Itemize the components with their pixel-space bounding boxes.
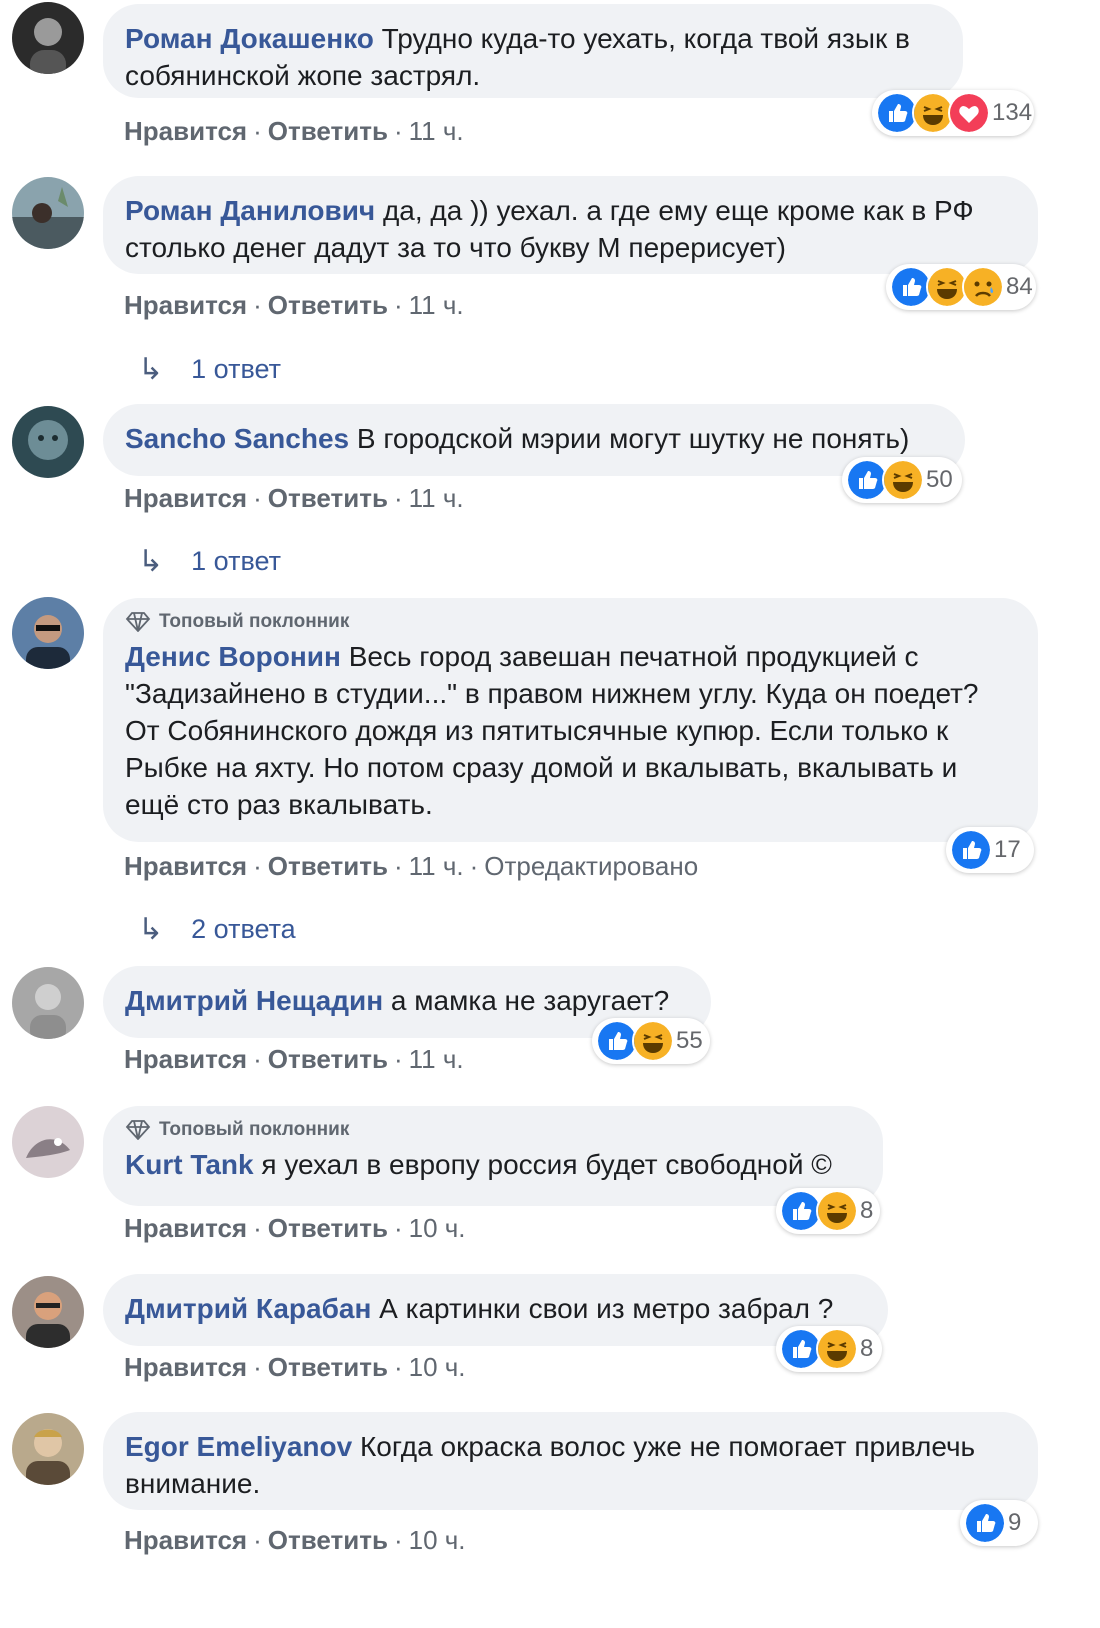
love-reaction-icon	[948, 92, 990, 134]
avatar[interactable]	[12, 2, 84, 74]
avatar[interactable]	[12, 406, 84, 478]
reactions-summary[interactable]: 17	[946, 827, 1034, 873]
comment-bubble: Топовый поклонник Kurt Tank я уехал в ев…	[103, 1106, 883, 1206]
like-link[interactable]: Нравится	[124, 1352, 247, 1382]
comment-author[interactable]: Kurt Tank	[125, 1149, 254, 1180]
comment-time[interactable]: 10 ч.	[409, 1525, 466, 1555]
reaction-count: 9	[1008, 1509, 1022, 1536]
reply-link[interactable]: Ответить	[268, 290, 388, 320]
avatar[interactable]	[12, 177, 84, 249]
reaction-count: 84	[1006, 273, 1033, 300]
like-link[interactable]: Нравится	[124, 1525, 247, 1555]
comment-author[interactable]: Sancho Sanches	[125, 423, 349, 454]
reaction-count: 134	[992, 99, 1033, 126]
haha-reaction-icon	[632, 1020, 674, 1062]
comment-time[interactable]: 11 ч.	[409, 1044, 464, 1074]
comment-actions: Нравится · Ответить · 11 ч. · Отредактировано	[124, 851, 699, 881]
reaction-count: 17	[994, 836, 1021, 863]
comment-text: а мамка не заругает?	[390, 985, 670, 1016]
reactions-summary[interactable]: 84	[886, 264, 1036, 310]
comment-time[interactable]: 10 ч.	[409, 1213, 466, 1243]
comment-bubble: Egor Emeliyanov Когда окраска волос уже …	[103, 1412, 1038, 1510]
comment-time[interactable]: 11 ч.	[409, 290, 464, 320]
top-fan-badge[interactable]: Топовый поклонник	[125, 1118, 859, 1142]
view-replies-link[interactable]: ↳ 1 ответ	[138, 544, 281, 579]
edited-label[interactable]: Отредактировано	[484, 851, 698, 881]
comment-bubble: Роман Докашенко Трудно куда-то уехать, к…	[103, 4, 963, 98]
comment-actions: Нравится · Ответить · 11 ч.	[124, 116, 464, 146]
like-link[interactable]: Нравится	[124, 851, 247, 881]
diamond-icon	[125, 612, 151, 632]
comment-text: А картинки свои из метро забрал ?	[379, 1293, 834, 1324]
view-replies-link[interactable]: ↳ 2 ответа	[138, 912, 296, 947]
reactions-summary[interactable]: 134	[872, 90, 1034, 136]
comment-actions: Нравится · Ответить · 10 ч.	[124, 1352, 466, 1382]
reaction-count: 55	[676, 1027, 703, 1054]
top-fan-label: Топовый поклонник	[159, 1119, 350, 1140]
comment-author[interactable]: Денис Воронин	[125, 641, 341, 672]
comment-actions: Нравится · Ответить · 11 ч.	[124, 1044, 464, 1074]
avatar[interactable]	[12, 967, 84, 1039]
replies-count: 2 ответа	[191, 914, 296, 944]
reply-link[interactable]: Ответить	[268, 1352, 388, 1382]
comment-author[interactable]: Роман Данилович	[125, 195, 375, 226]
reaction-count: 50	[926, 466, 953, 493]
reply-arrow-icon: ↳	[138, 913, 164, 946]
like-reaction-icon	[950, 829, 992, 871]
comment-author[interactable]: Роман Докашенко	[125, 23, 374, 54]
comment-actions: Нравится · Ответить · 11 ч.	[124, 290, 464, 320]
comment-time[interactable]: 11 ч.	[409, 116, 464, 146]
diamond-icon	[125, 1120, 151, 1140]
reply-link[interactable]: Ответить	[268, 851, 388, 881]
comment-author[interactable]: Дмитрий Карабан	[125, 1293, 371, 1324]
haha-reaction-icon	[882, 459, 924, 501]
reply-link[interactable]: Ответить	[268, 483, 388, 513]
avatar[interactable]	[12, 597, 84, 669]
comment-bubble: Sancho Sanches В городской мэрии могут ш…	[103, 404, 965, 476]
like-link[interactable]: Нравится	[124, 1213, 247, 1243]
avatar[interactable]	[12, 1276, 84, 1348]
comment-author[interactable]: Egor Emeliyanov	[125, 1431, 352, 1462]
reactions-summary[interactable]: 9	[960, 1500, 1038, 1546]
reactions-summary[interactable]: 50	[842, 457, 962, 503]
comment-bubble: Дмитрий Карабан А картинки свои из метро…	[103, 1274, 888, 1346]
avatar[interactable]	[12, 1106, 84, 1178]
comment-time[interactable]: 11 ч.	[409, 483, 464, 513]
haha-reaction-icon	[816, 1190, 858, 1232]
replies-count: 1 ответ	[191, 354, 281, 384]
comment-author[interactable]: Дмитрий Нещадин	[125, 985, 383, 1016]
reaction-count: 8	[860, 1197, 874, 1224]
comment-bubble: Топовый поклонник Денис Воронин Весь гор…	[103, 598, 1038, 842]
reactions-summary[interactable]: 55	[592, 1018, 710, 1064]
like-link[interactable]: Нравится	[124, 116, 247, 146]
sad-reaction-icon	[962, 266, 1004, 308]
comment-time[interactable]: 11 ч.	[409, 851, 464, 881]
comment-text: В городской мэрии могут шутку не понять)	[356, 423, 910, 454]
top-fan-label: Топовый поклонник	[159, 611, 350, 632]
reply-link[interactable]: Ответить	[268, 116, 388, 146]
like-link[interactable]: Нравится	[124, 290, 247, 320]
reply-link[interactable]: Ответить	[268, 1525, 388, 1555]
reply-link[interactable]: Ответить	[268, 1044, 388, 1074]
like-link[interactable]: Нравится	[124, 483, 247, 513]
top-fan-badge[interactable]: Топовый поклонник	[125, 610, 1014, 634]
comment-actions: Нравится · Ответить · 10 ч.	[124, 1525, 466, 1555]
like-reaction-icon	[964, 1502, 1006, 1544]
comment-text: я уехал в европу россия будет свободной …	[261, 1149, 832, 1180]
reactions-summary[interactable]: 8	[776, 1188, 880, 1234]
reaction-count: 8	[860, 1335, 874, 1362]
comment-actions: Нравится · Ответить · 10 ч.	[124, 1213, 466, 1243]
reactions-summary[interactable]: 8	[776, 1326, 882, 1372]
comment-bubble: Роман Данилович да, да )) уехал. а где е…	[103, 176, 1038, 274]
like-link[interactable]: Нравится	[124, 1044, 247, 1074]
replies-count: 1 ответ	[191, 546, 281, 576]
reply-link[interactable]: Ответить	[268, 1213, 388, 1243]
comment-time[interactable]: 10 ч.	[409, 1352, 466, 1382]
avatar[interactable]	[12, 1413, 84, 1485]
view-replies-link[interactable]: ↳ 1 ответ	[138, 352, 281, 387]
reply-arrow-icon: ↳	[138, 353, 164, 386]
comment-actions: Нравится · Ответить · 11 ч.	[124, 483, 464, 513]
reply-arrow-icon: ↳	[138, 545, 164, 578]
haha-reaction-icon	[816, 1328, 858, 1370]
